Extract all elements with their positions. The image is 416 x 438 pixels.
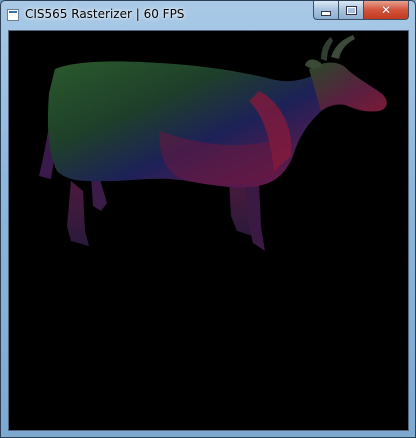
render-viewport[interactable] xyxy=(8,30,409,431)
cow-hind-leg-right xyxy=(91,176,107,211)
cow-head xyxy=(309,62,387,112)
window-title: CIS565 Rasterizer | 60 FPS xyxy=(25,7,185,21)
minimize-button[interactable] xyxy=(313,1,339,20)
cow-ear xyxy=(305,59,321,69)
maximize-button[interactable] xyxy=(339,1,364,20)
application-icon[interactable] xyxy=(7,9,19,21)
title-bar[interactable]: CIS565 Rasterizer | 60 FPS ✕ xyxy=(1,1,415,30)
app-window: CIS565 Rasterizer | 60 FPS ✕ xyxy=(0,0,416,438)
cow-render xyxy=(39,35,387,251)
cow-horn-2 xyxy=(321,37,333,61)
close-icon: ✕ xyxy=(380,3,392,17)
close-button[interactable]: ✕ xyxy=(364,1,409,20)
caption-buttons: ✕ xyxy=(313,1,409,20)
minimize-icon xyxy=(321,10,331,16)
cow-hind-leg-left xyxy=(67,181,89,246)
cow-horn xyxy=(331,35,355,59)
maximize-icon xyxy=(345,5,357,15)
